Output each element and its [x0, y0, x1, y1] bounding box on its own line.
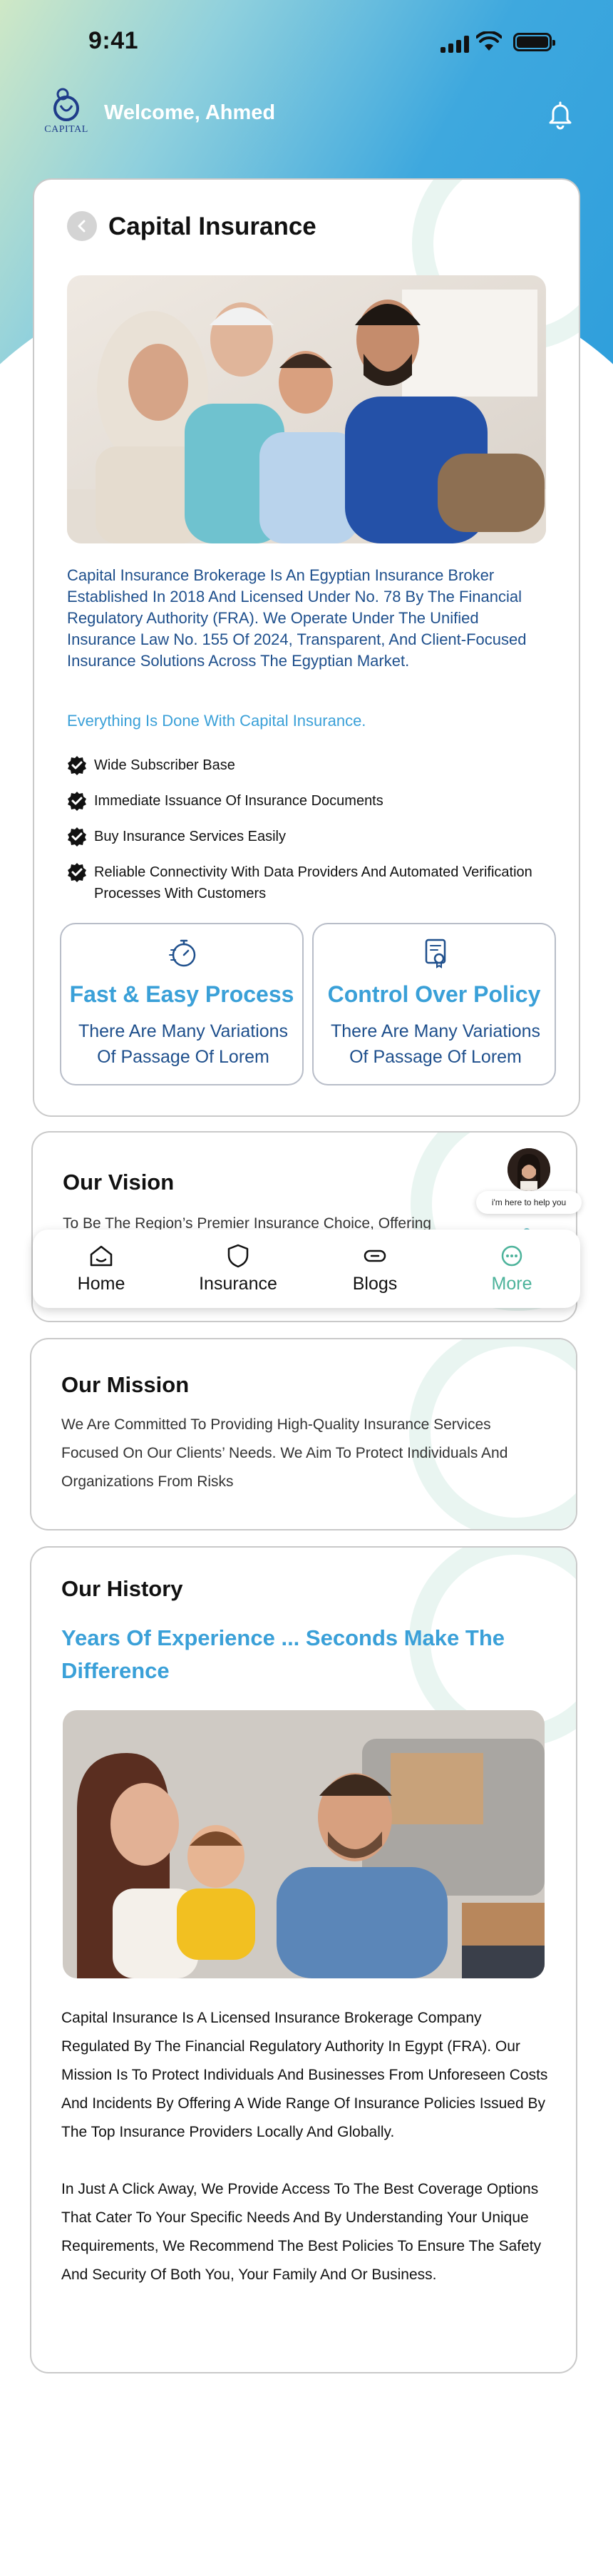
bottom-navigation: Home Insurance Blogs More	[33, 1230, 580, 1308]
status-time: 9:41	[88, 27, 139, 54]
list-item: Wide Subscriber Base	[67, 755, 552, 776]
app-header: CAPITAL Welcome, Ahmed	[0, 78, 613, 150]
back-button[interactable]	[67, 211, 97, 241]
family-photo	[63, 1710, 545, 1978]
section-text: We Are Committed To Providing High-Quali…	[61, 1416, 508, 1490]
feature-box-title: Control Over Policy	[327, 981, 541, 1007]
welcome-text: Welcome, Ahmed	[104, 101, 276, 124]
control-over-policy-box: Control Over Policy There Are Many Varia…	[312, 923, 556, 1085]
shield-icon	[227, 1244, 249, 1267]
nav-item-insurance[interactable]: Insurance	[181, 1244, 295, 1294]
history-paragraph-1: Capital Insurance Is A Licensed Insuranc…	[61, 2010, 548, 2140]
check-badge-icon	[68, 792, 86, 811]
notification-bell-icon[interactable]	[543, 97, 577, 131]
section-title: Our Mission	[61, 1372, 190, 1397]
nav-item-home[interactable]: Home	[44, 1244, 158, 1294]
stopwatch-icon	[169, 939, 196, 967]
check-badge-icon	[68, 756, 86, 775]
feature-box-title: Fast & Easy Process	[69, 981, 294, 1007]
list-item: Buy Insurance Services Easily	[67, 826, 552, 847]
nav-item-more[interactable]: More	[455, 1244, 569, 1294]
nav-label: Blogs	[352, 1273, 398, 1294]
logo-text: CAPITAL	[44, 124, 88, 135]
feature-list: Wide Subscriber Base Immediate Issuance …	[67, 755, 552, 919]
home-icon	[90, 1245, 113, 1266]
section-title: Our History	[61, 1576, 183, 1601]
check-badge-icon	[68, 827, 86, 847]
signal-icon	[441, 34, 470, 53]
page-title: Capital Insurance	[108, 213, 316, 240]
feature-label: Wide Subscriber Base	[94, 757, 235, 773]
our-mission-card: Our Mission We Are Committed To Providin…	[30, 1338, 577, 1530]
capital-insurance-card: Capital Insurance Capital Insurance Brok…	[33, 178, 580, 1117]
person-avatar-icon	[508, 1148, 550, 1191]
nav-label: Home	[77, 1273, 125, 1294]
family-photo	[67, 275, 546, 543]
section-title: Our Vision	[63, 1170, 175, 1195]
logo-mark-icon	[53, 88, 79, 121]
chevron-left-icon	[78, 220, 86, 232]
feature-box-desc: There Are Many Variations Of Passage Of …	[330, 1021, 541, 1067]
our-history-card: Our History Years Of Experience ... Seco…	[30, 1546, 577, 2373]
fast-easy-process-box: Fast & Easy Process There Are Many Varia…	[60, 923, 304, 1085]
nav-label: Insurance	[199, 1273, 277, 1294]
feature-label: Buy Insurance Services Easily	[94, 829, 287, 844]
nav-label: More	[491, 1273, 532, 1294]
tagline: Everything Is Done With Capital Insuranc…	[67, 712, 366, 730]
wifi-icon	[476, 31, 502, 51]
list-item: Reliable Connectivity With Data Provider…	[67, 862, 552, 904]
history-paragraph-2: In Just A Click Away, We Provide Access …	[61, 2181, 542, 2283]
history-subtitle: Years Of Experience ... Seconds Make The…	[61, 1625, 505, 1683]
feature-label: Immediate Issuance Of Insurance Document…	[94, 793, 383, 809]
capital-logo: CAPITAL	[37, 84, 96, 143]
list-item: Immediate Issuance Of Insurance Document…	[67, 790, 552, 812]
nav-item-blogs[interactable]: Blogs	[318, 1244, 432, 1294]
feature-box-desc: There Are Many Variations Of Passage Of …	[78, 1021, 289, 1067]
intro-paragraph: Capital Insurance Brokerage Is An Egypti…	[67, 566, 527, 670]
status-bar: 9:41	[0, 0, 613, 78]
assistant-avatar[interactable]	[508, 1148, 550, 1191]
policy-document-icon	[425, 939, 446, 968]
link-icon	[364, 1249, 386, 1262]
assistant-bubble[interactable]: i'm here to help you	[476, 1191, 582, 1214]
battery-icon	[513, 33, 555, 51]
feature-label: Reliable Connectivity With Data Provider…	[94, 864, 532, 901]
more-icon	[501, 1245, 522, 1266]
check-badge-icon	[68, 863, 86, 882]
